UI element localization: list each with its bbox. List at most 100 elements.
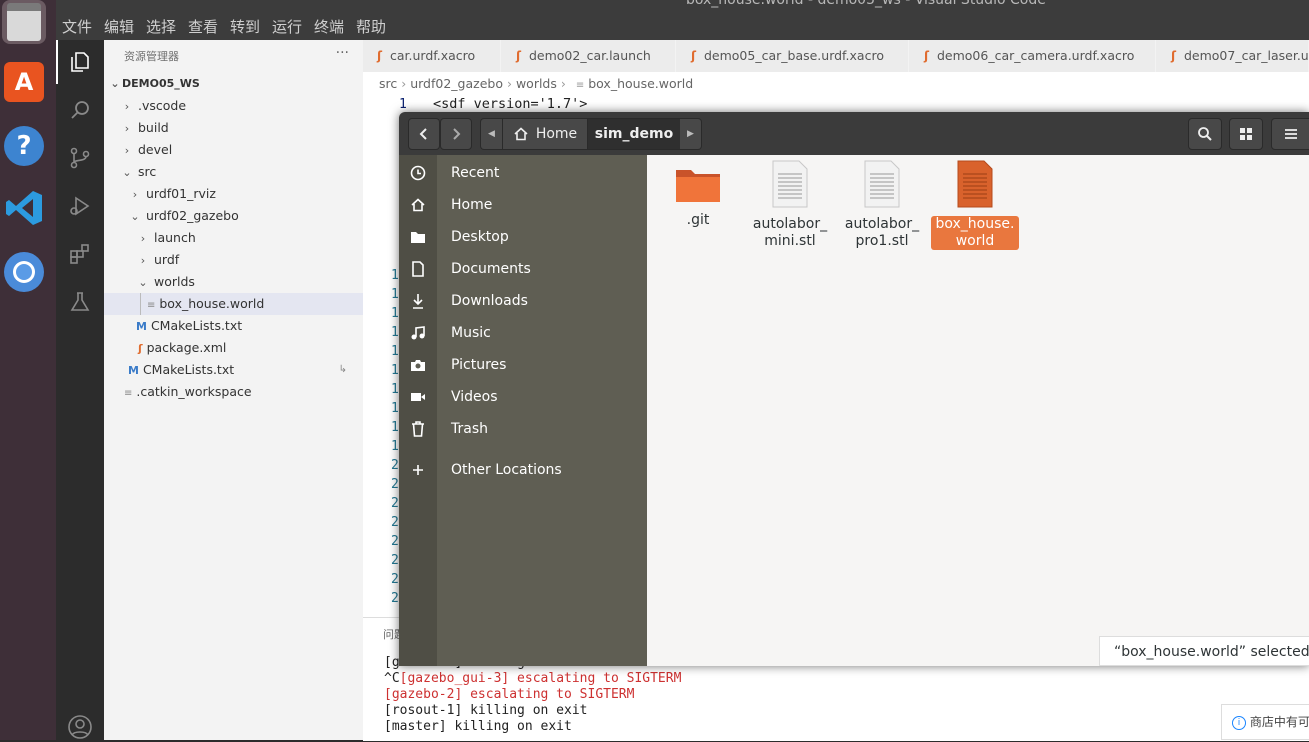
place-videos[interactable]: Videos (399, 381, 647, 413)
extension-notification[interactable]: i 商店中有可用扩展 (1221, 704, 1309, 740)
tree-item-package-xml[interactable]: ʃ package.xml (104, 337, 363, 359)
line-number: 2 (391, 553, 399, 568)
tree-item-worlds[interactable]: ⌄ worlds (104, 271, 363, 293)
place-documents[interactable]: Documents (399, 253, 647, 285)
place-music[interactable]: Music (399, 317, 647, 349)
line-number: 1 (391, 287, 399, 302)
breadcrumb-worlds[interactable]: worlds (516, 76, 557, 91)
account-icon[interactable] (65, 712, 95, 742)
chevron-right-icon: › (124, 100, 130, 113)
explorer-icon[interactable] (65, 47, 95, 77)
tree-item-vscode[interactable]: › .vscode (104, 95, 363, 117)
tree-item-cmakelists-pkg[interactable]: M CMakeLists.txt (104, 315, 363, 337)
run-debug-icon[interactable] (65, 191, 95, 221)
source-control-icon[interactable] (65, 143, 95, 173)
files-app-icon[interactable] (2, 0, 46, 44)
terminal-line: [master] killing on exit (384, 719, 572, 734)
line-number: 1 (391, 401, 399, 416)
tab-demo02-car-launch[interactable]: ʃ demo02_car.launch (502, 40, 676, 72)
menu-button[interactable] (1271, 118, 1309, 150)
tab-car-urdf-xacro[interactable]: ʃ car.urdf.xacro (363, 40, 501, 72)
window-title: box_house.world - demo05_ws - Visual Stu… (686, 0, 1046, 8)
menu-terminal[interactable]: 终端 (314, 16, 344, 37)
rss-file-icon: ʃ (1171, 49, 1176, 63)
line-number: 2 (391, 534, 399, 549)
tab-demo07-car-laser[interactable]: ʃdemo07_car_laser.urdf.xacro (1157, 40, 1309, 72)
workspace-root[interactable]: ⌄ DEMO05_WS (104, 73, 363, 95)
cmake-file-icon: M (128, 364, 139, 377)
tree-item-urdf[interactable]: › urdf (104, 249, 363, 271)
line-number: 1 (391, 439, 399, 454)
testing-flask-icon[interactable] (65, 287, 95, 317)
menu-help[interactable]: 帮助 (356, 16, 386, 37)
breadcrumb-box-house-world[interactable]: box_house.world (588, 76, 693, 91)
view-options-button[interactable] (1229, 118, 1263, 150)
file-cabinet-icon (7, 3, 41, 41)
line-number: 1 (391, 344, 399, 359)
file-item-box-house-world[interactable]: box_house. world (931, 160, 1019, 250)
title-bar: box_house.world - demo05_ws - Visual Stu… (56, 0, 1309, 40)
tab-demo05-car-base[interactable]: ʃ demo05_car_base.urdf.xacro (677, 40, 909, 72)
breadcrumb-urdf02-gazebo[interactable]: urdf02_gazebo (410, 76, 503, 91)
rss-file-icon: ʃ (516, 49, 521, 63)
place-pictures[interactable]: Pictures (399, 349, 647, 381)
terminal-line: [rosout-1] killing on exit (384, 703, 588, 718)
download-icon (409, 293, 427, 309)
chromium-icon[interactable] (2, 250, 46, 294)
menu-file[interactable]: 文件 (62, 16, 92, 37)
forward-button[interactable] (440, 118, 472, 150)
code-line-1: <sdf version='1.7'> (433, 96, 588, 112)
path-sim-demo-button[interactable]: sim_demo (587, 118, 681, 150)
extensions-icon[interactable] (65, 239, 95, 269)
tree-item-launch[interactable]: › launch (104, 227, 363, 249)
explorer-sidebar: 资源管理器 ··· ⌄ DEMO05_WS › .vscode › build ›… (104, 40, 363, 740)
place-home[interactable]: Home (399, 189, 647, 221)
menu-run[interactable]: 运行 (272, 16, 302, 37)
path-scroll-left-button[interactable]: ◀ (480, 118, 502, 150)
place-trash[interactable]: Trash (399, 413, 647, 445)
terminal-line: ^C[gazebo_gui-3] escalating to SIGTERM (384, 671, 682, 686)
path-scroll-right-button[interactable]: ▶ (680, 118, 702, 150)
menu-view[interactable]: 查看 (188, 16, 218, 37)
tree-item-urdf01-rviz[interactable]: › urdf01_rviz (104, 183, 363, 205)
line-number: 1 (391, 325, 399, 340)
tree-item-src[interactable]: ⌄ src (104, 161, 363, 183)
tab-demo06-car-camera[interactable]: ʃ demo06_car_camera.urdf.xacro (910, 40, 1156, 72)
place-recent[interactable]: Recent (399, 157, 647, 189)
line-number: 1 (391, 306, 399, 321)
tree-item-cmakelists-src[interactable]: M CMakeLists.txt ↳ (104, 359, 363, 381)
tree-item-urdf02-gazebo[interactable]: ⌄ urdf02_gazebo (104, 205, 363, 227)
search-icon[interactable] (65, 95, 95, 125)
help-icon[interactable]: ? (2, 124, 46, 168)
more-actions-button[interactable]: ··· (336, 45, 349, 61)
line-number: 1 (399, 97, 407, 112)
menu-go[interactable]: 转到 (230, 16, 260, 37)
camera-icon (409, 357, 427, 373)
place-downloads[interactable]: Downloads (399, 285, 647, 317)
file-item-autolabor-mini[interactable]: autolabor_ mini.stl (746, 160, 834, 250)
place-desktop[interactable]: Desktop (399, 221, 647, 253)
files-window: ◀ Home sim_demo ▶ Recent Home Desktop Do… (399, 112, 1309, 666)
tree-item-devel[interactable]: › devel (104, 139, 363, 161)
tree-item-build[interactable]: › build (104, 117, 363, 139)
tree-item-box-house-world[interactable]: ≡ box_house.world (104, 293, 363, 315)
file-item-autolabor-pro1[interactable]: autolabor_ pro1.stl (838, 160, 926, 250)
file-item-git[interactable]: .git (654, 164, 742, 229)
vscode-icon[interactable] (2, 186, 46, 230)
cmake-file-icon: M (136, 320, 147, 333)
tree-item-catkin-workspace[interactable]: ≡ .catkin_workspace (104, 381, 363, 403)
chevron-left-icon (419, 128, 427, 140)
software-center-icon[interactable]: A (2, 60, 46, 104)
home-icon (514, 127, 528, 141)
place-other-locations[interactable]: Other Locations (399, 454, 647, 486)
search-button[interactable] (1188, 118, 1222, 150)
path-home-button[interactable]: Home (502, 118, 588, 150)
triangle-right-icon: ▶ (687, 129, 694, 139)
rss-file-icon: ʃ (138, 342, 143, 355)
breadcrumb-src[interactable]: src (379, 76, 397, 91)
menu-edit[interactable]: 编辑 (104, 16, 134, 37)
hamburger-menu-icon (1285, 129, 1297, 139)
menu-selection[interactable]: 选择 (146, 16, 176, 37)
plus-icon (409, 462, 427, 478)
back-button[interactable] (408, 118, 440, 150)
